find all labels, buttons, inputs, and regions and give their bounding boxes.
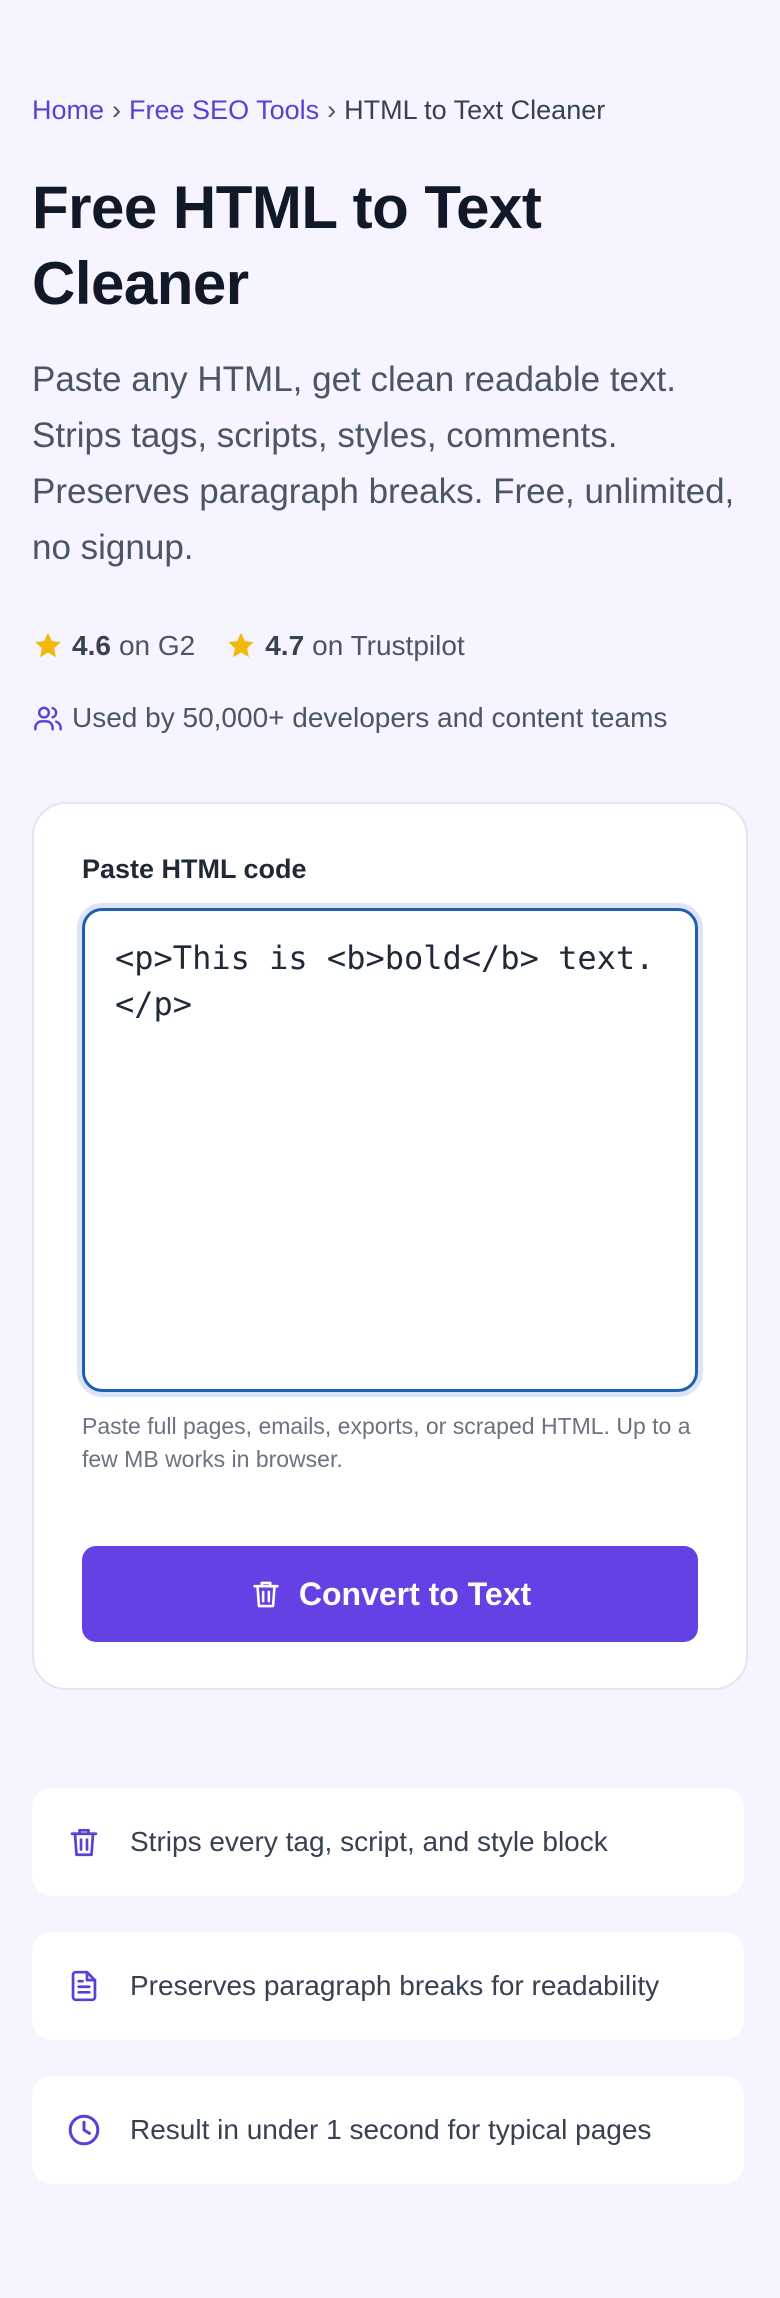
- social-proof: Used by 50,000+ developers and content t…: [32, 700, 667, 736]
- page-title: Free HTML to Text Cleaner: [32, 174, 542, 317]
- feature-text: Result in under 1 second for typical pag…: [130, 2114, 652, 2145]
- breadcrumb-link-home[interactable]: Home: [32, 95, 104, 125]
- rating-source: on G2: [118, 630, 196, 661]
- feature-item-fast-result: Result in under 1 second for typical pag…: [32, 2076, 744, 2184]
- feature-text: Strips every tag, script, and style bloc…: [130, 1826, 608, 1857]
- page-subtitle: Paste any HTML, get clean readable text.…: [32, 360, 735, 567]
- breadcrumb-separator: ›: [327, 95, 337, 125]
- html-input-label: Paste HTML code: [82, 854, 307, 884]
- social-proof-text: Used by 50,000+ developers and content t…: [72, 702, 668, 733]
- breadcrumb-link-free-seo-tools[interactable]: Free SEO Tools: [129, 95, 319, 125]
- feature-item-paragraph-breaks: Preserves paragraph breaks for readabili…: [32, 1932, 744, 2040]
- breadcrumb-current: HTML to Text Cleaner: [344, 95, 606, 125]
- ratings-row: 4.6 on G2 4.7 on Trustpilot: [32, 628, 465, 664]
- html-input[interactable]: <p>This is <b>bold</b> text.</p>: [82, 908, 698, 1392]
- convert-to-text-button[interactable]: Convert to Text: [82, 1546, 698, 1642]
- rating-trustpilot: 4.7 on Trustpilot: [225, 628, 465, 664]
- breadcrumb-separator: ›: [112, 95, 122, 125]
- rating-score: 4.6: [72, 630, 111, 661]
- converter-card: Paste HTML code <p>This is <b>bold</b> t…: [32, 802, 748, 1690]
- star-icon: [228, 632, 254, 658]
- html-input-wrapper: <p>This is <b>bold</b> text.</p>: [82, 908, 698, 1392]
- document-icon: [71, 1970, 97, 2002]
- breadcrumb: Home › Free SEO Tools › HTML to Text Cleaner: [32, 92, 605, 128]
- trash-icon: [253, 1581, 279, 1608]
- trash-icon: [70, 1828, 98, 1857]
- users-icon: [34, 706, 62, 731]
- html-input-hint: Paste full pages, emails, exports, or sc…: [82, 1413, 691, 1472]
- rating-source: on Trustpilot: [312, 630, 465, 661]
- feature-item-strips-tags: Strips every tag, script, and style bloc…: [32, 1788, 744, 1896]
- convert-button-label: Convert to Text: [298, 1575, 532, 1612]
- rating-g2: 4.6 on G2: [32, 628, 195, 664]
- rating-score: 4.7: [265, 630, 305, 661]
- clock-icon: [68, 2114, 100, 2146]
- feature-text: Preserves paragraph breaks for readabili…: [130, 1970, 660, 2001]
- star-icon: [35, 632, 61, 658]
